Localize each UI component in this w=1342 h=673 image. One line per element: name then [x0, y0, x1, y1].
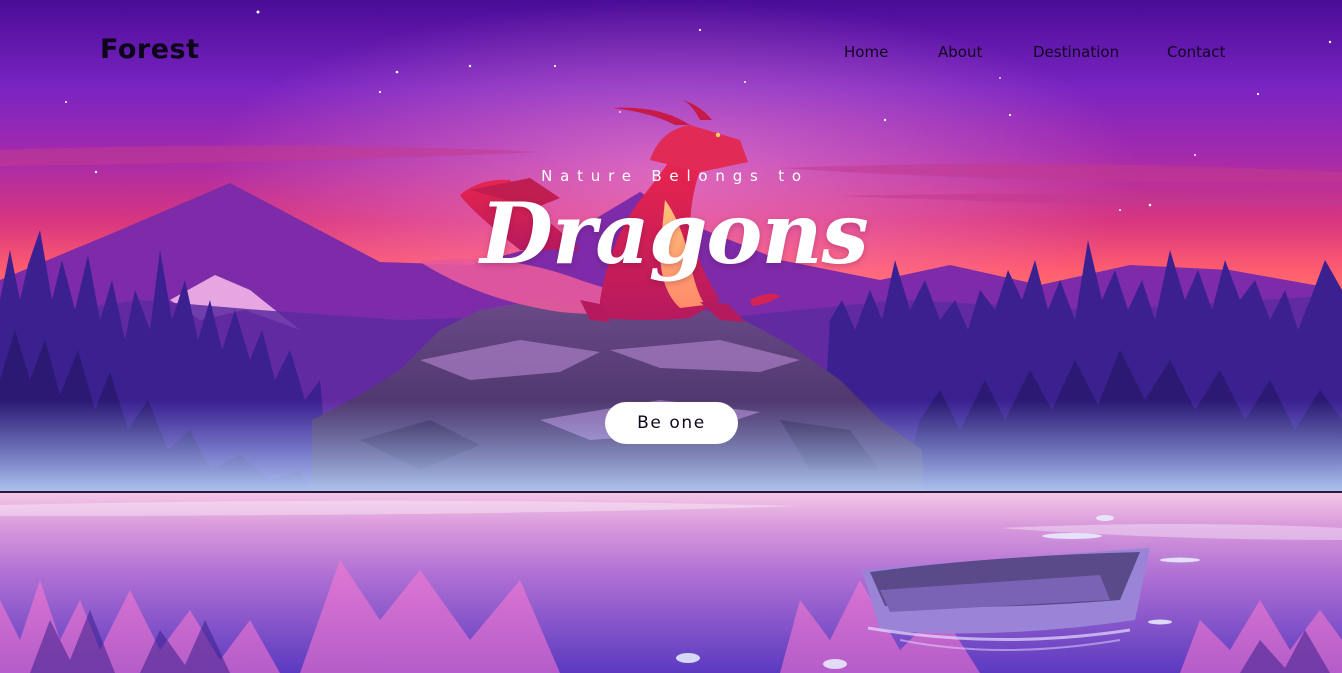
nav-links: Home About Destination Contact [0, 43, 1342, 63]
nav-link-about[interactable]: About [938, 43, 982, 61]
navbar: Forest Home About Destination Contact [0, 0, 1342, 104]
nav-link-contact[interactable]: Contact [1167, 43, 1225, 61]
horizon-divider [0, 491, 1342, 493]
hero-headline: Dragons [480, 184, 869, 283]
be-one-button[interactable]: Be one [605, 402, 738, 444]
nav-link-destination[interactable]: Destination [1033, 43, 1119, 61]
hero-tagline: Nature Belongs to [541, 167, 809, 185]
nav-link-home[interactable]: Home [844, 43, 888, 61]
